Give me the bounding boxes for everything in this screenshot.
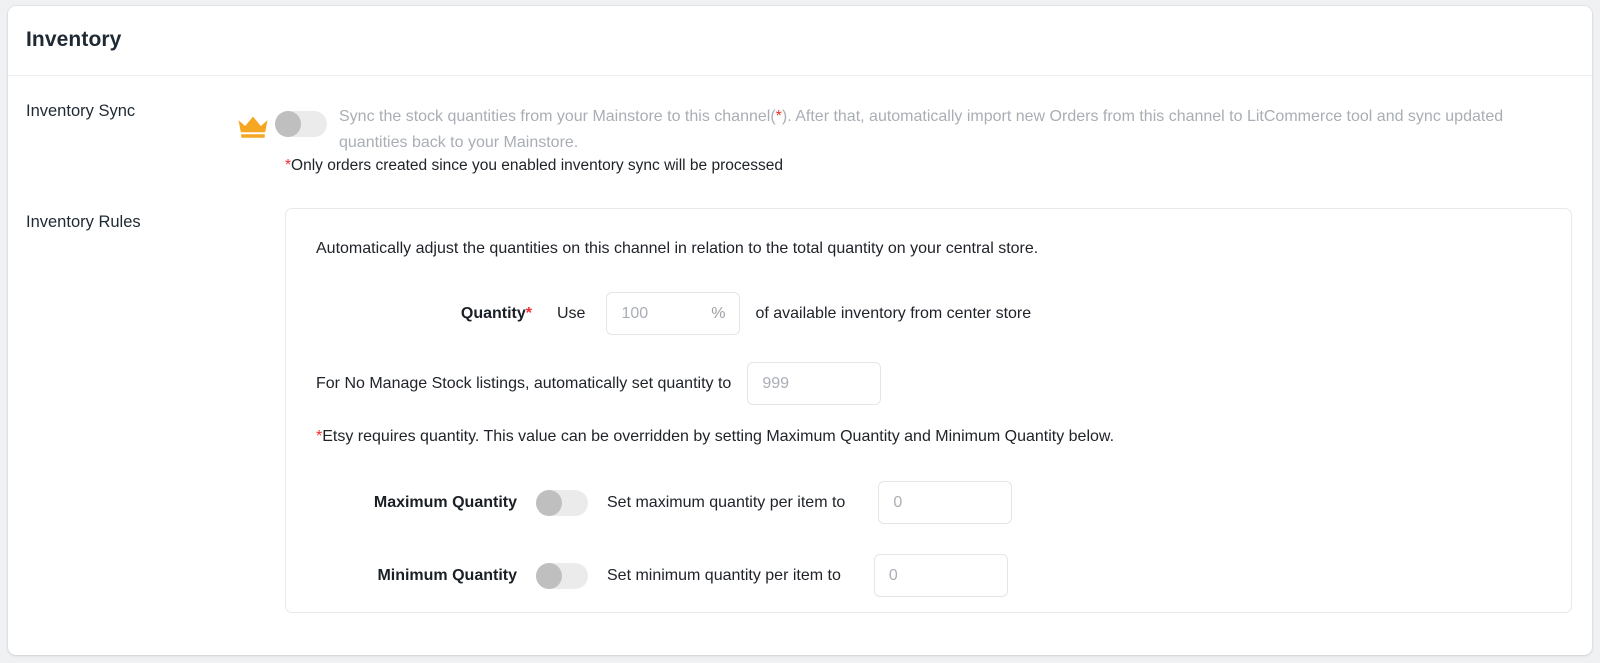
minimum-quantity-label: Minimum Quantity <box>377 566 517 584</box>
etsy-note-text: Etsy requires quantity. This value can b… <box>322 428 1115 445</box>
screen-root: Inventory Inventory Sync Sync the stock … <box>0 0 1600 663</box>
quantity-row: Quantity* Use % of available inventory f… <box>286 292 1571 335</box>
toggle-knob <box>536 562 562 589</box>
inventory-sync-label: Inventory Sync <box>26 102 136 120</box>
inventory-sync-description: Sync the stock quantities from your Main… <box>339 104 1529 156</box>
quantity-use-word: Use <box>557 304 586 322</box>
minimum-quantity-row: Minimum Quantity Set minimum quantity pe… <box>286 554 1008 597</box>
quantity-suffix-text: of available inventory from center store <box>755 304 1032 322</box>
maximum-quantity-label: Maximum Quantity <box>373 493 517 511</box>
inventory-rules-card: Automatically adjust the quantities on t… <box>285 208 1572 613</box>
no-manage-stock-text: For No Manage Stock listings, automatica… <box>316 374 732 392</box>
no-manage-stock-row: For No Manage Stock listings, automatica… <box>316 362 882 405</box>
quantity-required-mark: * <box>525 304 532 322</box>
no-manage-stock-input[interactable] <box>747 362 882 405</box>
page-title: Inventory <box>26 28 122 51</box>
quantity-label-text: Quantity <box>460 304 526 322</box>
crown-icon <box>236 113 270 141</box>
note-text: Only orders created since you enabled in… <box>291 157 783 174</box>
quantity-input-wrap: % <box>606 292 741 335</box>
inventory-panel: Inventory Inventory Sync Sync the stock … <box>8 6 1592 655</box>
minimum-quantity-input[interactable] <box>873 554 1008 597</box>
inventory-rules-intro: Automatically adjust the quantities on t… <box>316 240 1039 257</box>
etsy-quantity-note: *Etsy requires quantity. This value can … <box>316 428 1114 446</box>
minimum-quantity-toggle[interactable] <box>536 562 588 589</box>
quantity-percent-input[interactable] <box>606 292 741 335</box>
maximum-quantity-text: Set maximum quantity per item to <box>607 493 846 511</box>
sync-description-part1: Sync the stock quantities from your Main… <box>339 108 776 125</box>
toggle-knob <box>275 111 301 137</box>
maximum-quantity-toggle[interactable] <box>536 489 588 516</box>
maximum-quantity-row: Maximum Quantity Set maximum quantity pe… <box>286 481 1013 524</box>
inventory-sync-note: *Only orders created since you enabled i… <box>285 157 783 175</box>
minimum-quantity-text: Set minimum quantity per item to <box>607 566 841 584</box>
inventory-sync-toggle[interactable] <box>275 111 327 137</box>
maximum-quantity-input[interactable] <box>878 481 1013 524</box>
toggle-knob <box>536 489 562 516</box>
quantity-label: Quantity* <box>286 305 532 323</box>
panel-header: Inventory <box>8 6 1592 76</box>
inventory-rules-label: Inventory Rules <box>26 213 141 231</box>
